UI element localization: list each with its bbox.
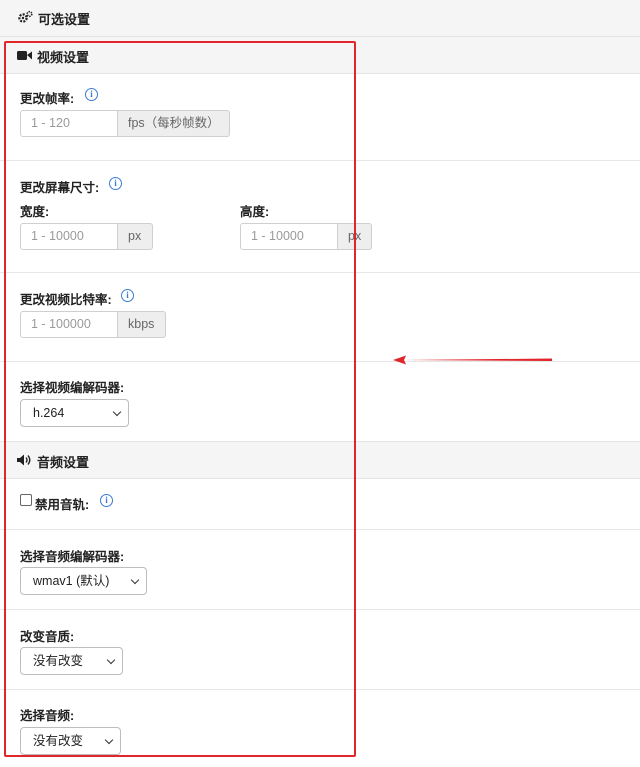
video-codec-select[interactable]: h.264	[20, 399, 129, 427]
fps-input[interactable]: 1 - 120	[20, 110, 118, 137]
fps-info-icon[interactable]: i	[85, 88, 98, 101]
video-camera-icon	[17, 49, 32, 64]
optional-settings-header: 可选设置	[0, 0, 640, 37]
height-input[interactable]: 1 - 10000	[240, 223, 338, 250]
audio-channel-select[interactable]: 没有改变	[20, 727, 121, 755]
width-label: 宽度:	[20, 205, 50, 219]
divider	[0, 529, 640, 530]
audio-quality-select[interactable]: 没有改变	[20, 647, 123, 675]
screen-size-info-icon[interactable]: i	[109, 177, 122, 190]
width-unit-addon: px	[118, 223, 153, 250]
height-label: 高度:	[240, 205, 270, 219]
audio-codec-select[interactable]: wmav1 (默认)	[20, 567, 147, 595]
audio-channel-label: 选择音频:	[20, 709, 75, 723]
width-input[interactable]: 1 - 10000	[20, 223, 118, 250]
optional-settings-title: 可选设置	[17, 9, 90, 28]
fps-label: 更改帧率:	[20, 92, 75, 106]
fps-unit-addon: fps（每秒帧数）	[118, 110, 230, 137]
video-codec-label: 选择视频编解码器:	[20, 381, 125, 395]
height-unit-addon: px	[338, 223, 372, 250]
divider	[0, 160, 640, 161]
bitrate-unit-addon: kbps	[118, 311, 166, 338]
audio-codec-value: wmav1 (默认)	[33, 574, 110, 588]
video-settings-title: 视频设置	[17, 47, 89, 66]
disable-audio-info-icon[interactable]: i	[100, 494, 113, 507]
bitrate-info-icon[interactable]: i	[121, 289, 134, 302]
audio-quality-value: 没有改变	[33, 654, 84, 668]
gears-icon	[17, 10, 33, 27]
disable-audio-checkbox[interactable]	[20, 494, 32, 506]
screen-size-label: 更改屏幕尺寸:	[20, 181, 100, 195]
divider	[0, 609, 640, 610]
audio-codec-label: 选择音频编解码器:	[20, 550, 125, 564]
bitrate-input[interactable]: 1 - 100000	[20, 311, 118, 338]
audio-channel-value: 没有改变	[33, 734, 84, 748]
disable-audio-label: 禁用音轨:	[35, 498, 90, 512]
video-settings-header: 视频设置	[0, 36, 640, 74]
audio-quality-label: 改变音质:	[20, 630, 75, 644]
annotation-arrow-icon	[393, 355, 552, 365]
chevron-down-icon	[130, 575, 140, 585]
audio-settings-header: 音频设置	[0, 441, 640, 479]
chevron-down-icon	[112, 407, 122, 417]
chevron-down-icon	[104, 735, 114, 745]
volume-icon	[17, 454, 32, 469]
video-codec-value: h.264	[33, 406, 65, 420]
chevron-down-icon	[106, 655, 116, 665]
audio-settings-title: 音频设置	[17, 452, 89, 471]
divider	[0, 689, 640, 690]
bitrate-label: 更改视频比特率:	[20, 293, 112, 307]
divider	[0, 272, 640, 273]
